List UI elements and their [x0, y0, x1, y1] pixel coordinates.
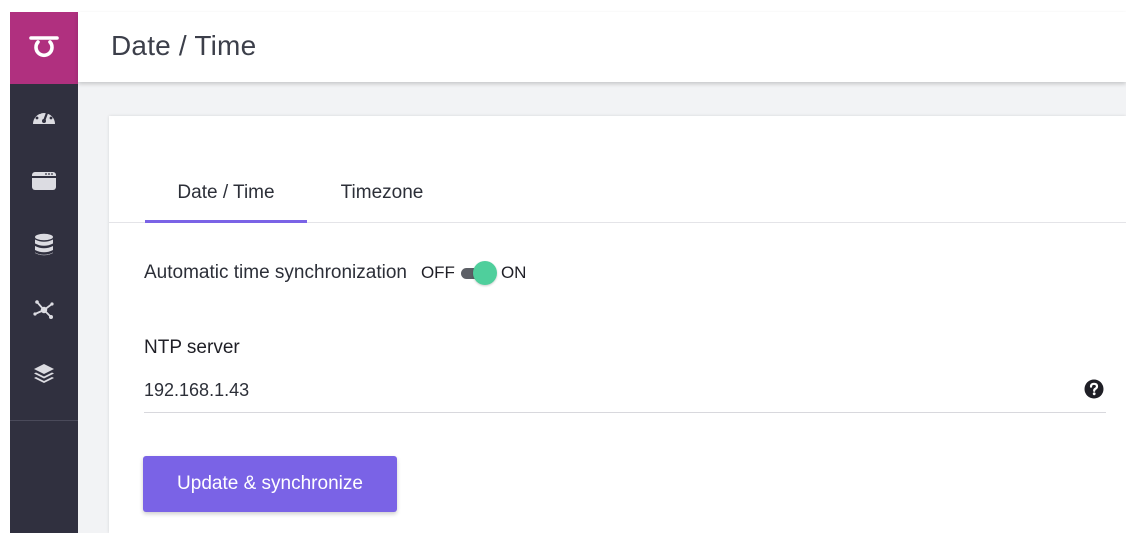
tab-timezone[interactable]: Timezone — [322, 164, 442, 222]
sidebar-item-network[interactable] — [10, 290, 78, 330]
tab-label: Timezone — [340, 182, 424, 203]
ntp-server-label: NTP server — [144, 337, 240, 358]
toggle-off-label: OFF — [420, 263, 455, 282]
ntp-server-input[interactable] — [144, 372, 1064, 408]
sidebar-divider — [10, 420, 78, 421]
logo-icon — [29, 36, 59, 58]
tab-bar: Date / Time Timezone — [109, 164, 1126, 223]
sync-toggle[interactable] — [460, 261, 497, 285]
app-frame: Date / Time Date / Time Timezone Automat… — [10, 12, 1126, 533]
tab-label: Date / Time — [177, 182, 275, 203]
page-header: Date / Time — [78, 12, 1126, 82]
update-synchronize-button[interactable]: Update & synchronize — [143, 456, 397, 512]
brand-logo[interactable] — [10, 12, 78, 84]
window-icon — [32, 172, 56, 190]
help-icon[interactable] — [1084, 379, 1104, 399]
settings-card: Date / Time Timezone Automatic time sync… — [109, 116, 1126, 533]
sidebar — [10, 12, 78, 533]
sidebar-item-window[interactable] — [10, 161, 78, 201]
sidebar-item-dashboard[interactable] — [10, 96, 78, 136]
sidebar-item-database[interactable] — [10, 225, 78, 265]
page-title: Date / Time — [111, 30, 257, 61]
sidebar-item-layers[interactable] — [10, 353, 78, 393]
sync-row: Automatic time synchronization OFF ON — [144, 259, 526, 287]
database-icon — [35, 233, 53, 256]
dashboard-icon — [33, 111, 55, 124]
tab-date-time[interactable]: Date / Time — [145, 164, 307, 223]
network-icon — [33, 300, 54, 319]
layers-icon — [34, 364, 54, 383]
sync-label: Automatic time synchronization — [144, 262, 407, 283]
toggle-on-label: ON — [500, 263, 527, 282]
ntp-server-field — [144, 372, 1106, 413]
toggle-thumb — [472, 261, 497, 285]
